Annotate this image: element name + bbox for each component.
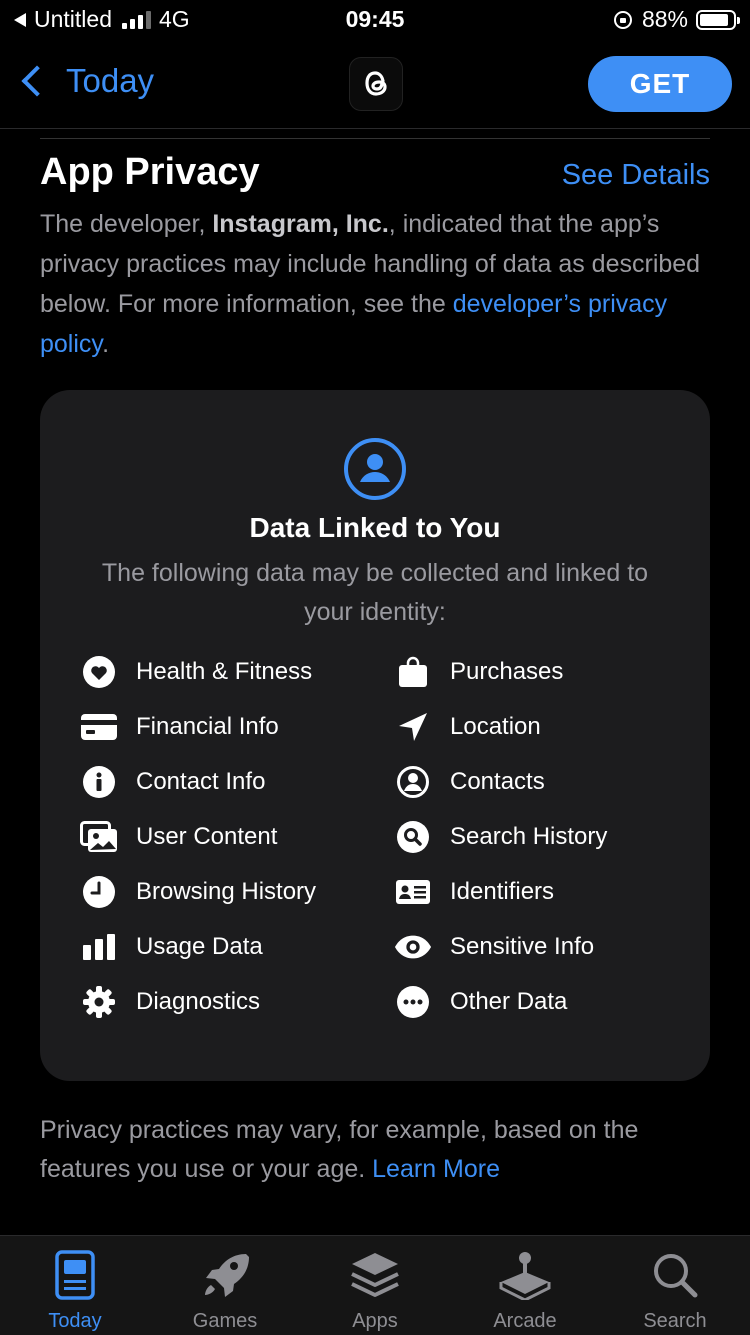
privacy-section: App Privacy See Details The developer, I… — [40, 138, 710, 1189]
nav-bar: Today GET — [0, 40, 750, 129]
data-type-contacts: Contacts — [394, 766, 690, 798]
battery-icon — [696, 9, 740, 30]
card-title: Data Linked to You — [249, 512, 501, 543]
data-type-search-history: Search History — [394, 821, 690, 853]
data-type-label: Location — [450, 713, 541, 740]
data-type-usage-data: Usage Data — [80, 931, 394, 963]
data-type-purchases: Purchases — [394, 656, 690, 688]
data-type-label: Sensitive Info — [450, 933, 595, 960]
divider — [40, 138, 710, 139]
data-type-label: Contact Info — [136, 768, 266, 795]
data-type-browsing-history: Browsing History — [80, 876, 394, 908]
data-type-health: Health & Fitness — [80, 656, 394, 688]
data-type-location: Location — [394, 711, 690, 743]
heart-icon — [80, 656, 118, 688]
data-type-label: Contacts — [450, 768, 545, 795]
status-bar: Untitled 4G 09:45 88% — [0, 0, 750, 40]
developer-name: Instagram, Inc. — [212, 210, 389, 238]
tab-apps[interactable]: Apps — [300, 1236, 450, 1335]
learn-more-link[interactable]: Learn More — [372, 1155, 500, 1183]
rocket-icon — [198, 1248, 252, 1302]
tab-today[interactable]: Today — [0, 1236, 150, 1335]
data-linked-card[interactable]: Data Linked to You The following data ma… — [40, 390, 710, 1081]
gear-icon — [80, 986, 118, 1018]
tab-label: Games — [192, 1310, 258, 1332]
bag-icon — [394, 656, 432, 688]
user-circle-icon — [344, 438, 406, 500]
data-type-sensitive-info: Sensitive Info — [394, 931, 690, 963]
joystick-icon — [498, 1248, 552, 1302]
data-type-diagnostics: Diagnostics — [80, 986, 394, 1018]
magnifier-circle-icon — [394, 821, 432, 853]
tab-bar: Today Games Apps Arcade Search — [0, 1235, 750, 1335]
tab-arcade[interactable]: Arcade — [450, 1236, 600, 1335]
get-button[interactable]: GET — [588, 56, 732, 112]
data-type-financial: Financial Info — [80, 711, 394, 743]
data-type-label: Health & Fitness — [136, 658, 313, 685]
battery-percent: 88% — [641, 6, 688, 32]
chevron-left-icon — [21, 65, 53, 97]
data-type-contact-info: Contact Info — [80, 766, 394, 798]
tab-label: Search — [643, 1310, 707, 1332]
privacy-description: The developer, Instagram, Inc., indicate… — [40, 204, 710, 364]
tab-label: Arcade — [493, 1310, 557, 1332]
today-icon — [48, 1248, 102, 1302]
section-title: App Privacy — [40, 151, 260, 193]
data-type-label: Purchases — [450, 658, 564, 685]
tab-search[interactable]: Search — [600, 1236, 750, 1335]
data-type-label: Financial Info — [136, 713, 279, 740]
data-type-label: Usage Data — [136, 933, 263, 960]
data-type-label: Search History — [450, 823, 608, 850]
clock-icon — [80, 876, 118, 908]
section-header: App Privacy See Details — [40, 151, 710, 194]
footnote-text: Privacy practices may vary, for example,… — [40, 1116, 639, 1183]
layers-icon — [348, 1248, 402, 1302]
data-type-label: Browsing History — [136, 878, 317, 905]
location-arrow-icon — [394, 711, 432, 743]
person-circle-icon — [394, 766, 432, 798]
data-type-label: Other Data — [450, 988, 568, 1015]
see-details-link[interactable]: See Details — [562, 159, 710, 192]
bar-chart-icon — [80, 931, 118, 963]
back-button[interactable]: Today — [18, 62, 154, 100]
search-icon — [648, 1248, 702, 1302]
data-type-label: Diagnostics — [136, 988, 261, 1015]
tab-games[interactable]: Games — [150, 1236, 300, 1335]
data-type-label: Identifiers — [450, 878, 555, 905]
desc-period: . — [102, 330, 110, 358]
data-types-grid: Health & Fitness Purchases Financial Inf… — [80, 656, 690, 1018]
credit-card-icon — [80, 711, 118, 743]
data-type-user-content: User Content — [80, 821, 394, 853]
photos-icon — [80, 821, 118, 853]
tab-label: Apps — [352, 1310, 398, 1332]
data-type-identifiers: Identifiers — [394, 876, 690, 908]
status-right: 88% — [613, 6, 740, 33]
info-icon — [80, 766, 118, 798]
tab-label: Today — [48, 1310, 102, 1332]
data-type-other-data: Other Data — [394, 986, 690, 1018]
data-type-label: User Content — [136, 823, 278, 850]
orientation-lock-icon — [613, 10, 632, 29]
ellipsis-circle-icon — [394, 986, 432, 1018]
id-card-icon — [394, 876, 432, 908]
back-label: Today — [66, 62, 155, 99]
privacy-footnote: Privacy practices may vary, for example,… — [40, 1111, 710, 1189]
desc-prefix: The developer, — [40, 210, 213, 238]
card-subtitle: The following data may be collected and … — [101, 559, 649, 626]
eye-icon — [394, 931, 432, 963]
threads-app-icon — [349, 57, 403, 111]
